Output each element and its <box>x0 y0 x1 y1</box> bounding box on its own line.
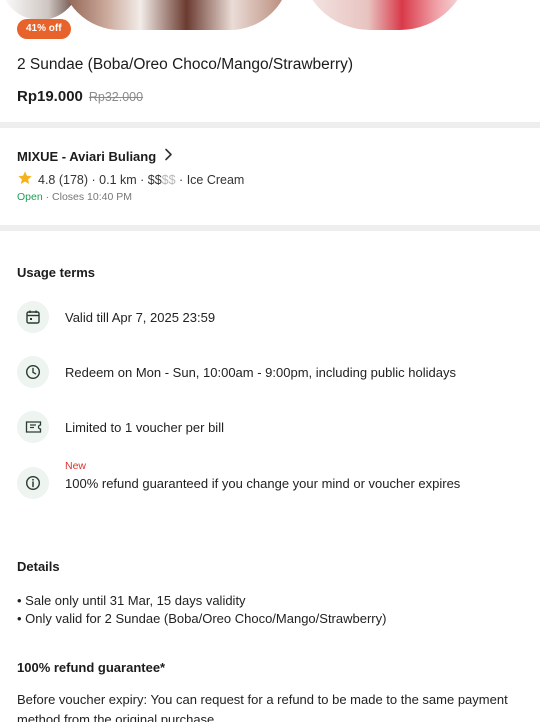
product-image <box>0 0 540 30</box>
clock-icon <box>17 356 49 388</box>
usage-term-item: Limited to 1 voucher per bill <box>17 411 527 443</box>
merchant-status: Open · Closes 10:40 PM <box>17 191 132 203</box>
details-line: • Sale only until 31 Mar, 15 days validi… <box>17 593 246 608</box>
price-level-active: $$ <box>147 173 162 187</box>
chevron-right-icon <box>164 148 173 165</box>
details-list: • Sale only until 31 Mar, 15 days validi… <box>17 592 386 628</box>
meta-separator: · <box>175 173 187 187</box>
usage-term-item: Valid till Apr 7, 2025 23:59 <box>17 301 527 333</box>
closing-time: Closes 10:40 PM <box>52 191 132 203</box>
meta-separator: · <box>136 173 148 187</box>
meta-separator: · <box>88 173 100 187</box>
open-status: Open <box>17 191 43 203</box>
product-image-sundae-strawberry <box>300 0 470 30</box>
details-title: Details <box>17 559 60 574</box>
star-icon <box>17 170 33 190</box>
original-price: Rp32.000 <box>88 90 144 104</box>
merchant-distance: 0.1 km <box>99 173 137 187</box>
usage-term-text: 100% refund guaranteed if you change you… <box>65 475 461 491</box>
current-price: Rp19.000 <box>17 88 83 105</box>
usage-term-text: Redeem on Mon - Sun, 10:00am - 9:00pm, i… <box>65 364 456 380</box>
usage-term-item: Redeem on Mon - Sun, 10:00am - 9:00pm, i… <box>17 356 527 388</box>
merchant-name: MIXUE - Aviari Buliang <box>17 149 157 164</box>
details-line: • Only valid for 2 Sundae (Boba/Oreo Cho… <box>17 611 387 626</box>
section-divider <box>0 122 540 128</box>
usage-term-text: Valid till Apr 7, 2025 23:59 <box>65 309 216 325</box>
merchant-link[interactable]: MIXUE - Aviari Buliang <box>17 148 173 165</box>
refund-title: 100% refund guarantee* <box>17 660 166 675</box>
price-row: Rp19.000 Rp32.000 <box>17 88 143 105</box>
usage-term-text: Limited to 1 voucher per bill <box>65 419 224 435</box>
product-title: 2 Sundae (Boba/Oreo Choco/Mango/Strawber… <box>17 56 354 73</box>
product-image-sundae-dark <box>0 0 80 20</box>
usage-terms-title: Usage terms <box>17 265 96 280</box>
product-image-sundae-oreo <box>60 0 290 30</box>
merchant-rating: 4.8 (178) <box>38 173 89 187</box>
section-divider <box>0 225 540 231</box>
calendar-icon <box>17 301 49 333</box>
price-level-inactive: $$ <box>161 173 176 187</box>
voucher-icon <box>17 411 49 443</box>
usage-term-item: 100% refund guaranteed if you change you… <box>17 467 527 499</box>
refund-description: Before voucher expiry: You can request f… <box>17 692 508 722</box>
merchant-meta: 4.8 (178) · 0.1 km · $$ $$ · Ice Cream <box>17 170 244 190</box>
info-icon <box>17 467 49 499</box>
merchant-category: Ice Cream <box>186 173 245 187</box>
discount-badge: 41% off <box>17 19 71 39</box>
